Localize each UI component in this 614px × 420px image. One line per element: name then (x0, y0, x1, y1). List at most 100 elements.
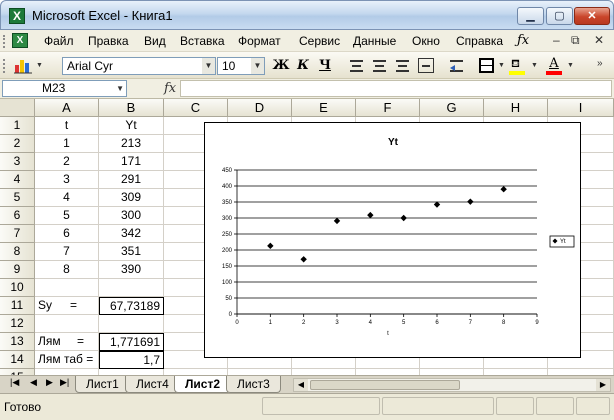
cell-b13[interactable]: 1,771691 (99, 333, 164, 351)
row-header-8[interactable]: 8 (0, 243, 35, 261)
column-header-d[interactable]: D (228, 99, 292, 117)
cell-b10[interactable] (99, 279, 164, 297)
fill-color-icon[interactable]: ⛾ (509, 57, 525, 75)
bold-button[interactable]: Ж (271, 57, 291, 75)
excel-icon[interactable]: X (9, 8, 25, 24)
scroll-left-icon[interactable]: ◀ (294, 379, 308, 391)
font-size-select[interactable]: 10 ▼ (217, 57, 265, 75)
row-header-7[interactable]: 7 (0, 225, 35, 243)
cell-b14[interactable]: 1,7 (99, 351, 164, 369)
last-sheet-icon[interactable]: ▶| (60, 377, 69, 388)
close-icon[interactable]: ✕ (574, 7, 610, 25)
sheet-tab-2[interactable]: Лист2 (174, 376, 232, 393)
cell-a10[interactable] (35, 279, 99, 297)
select-all-corner[interactable] (0, 99, 35, 117)
scroll-thumb[interactable] (310, 380, 460, 390)
first-sheet-icon[interactable]: |◀ (10, 377, 19, 388)
row-header-5[interactable]: 5 (0, 189, 35, 207)
row-header-9[interactable]: 9 (0, 261, 35, 279)
sheet-tab-3[interactable]: Лист3 (226, 376, 281, 393)
sheet-tab-4[interactable]: Лист4 (125, 376, 180, 393)
row-header-12[interactable]: 12 (0, 315, 35, 333)
sheet-tab-1[interactable]: Лист1 (75, 376, 130, 393)
name-box[interactable]: M23 ▼ (2, 80, 127, 97)
font-dropdown-icon[interactable]: ▼ (202, 58, 215, 74)
minimize-icon[interactable]: ▁ (517, 7, 544, 25)
maximize-icon[interactable]: ▢ (546, 7, 573, 25)
next-sheet-icon[interactable]: ▶ (46, 377, 53, 388)
toolbar-options-icon[interactable]: » (597, 58, 603, 69)
cell-a9[interactable]: 8 (35, 261, 99, 279)
scroll-right-icon[interactable]: ▶ (596, 379, 610, 391)
menu-file[interactable]: Файл (44, 34, 74, 48)
function-icon[interactable]: ƒx (517, 33, 529, 48)
cell-a6[interactable]: 5 (35, 207, 99, 225)
chart-wizard-icon[interactable] (13, 56, 33, 74)
menu-grip[interactable] (3, 35, 6, 48)
borders-icon[interactable] (479, 58, 494, 73)
cell-a11[interactable]: Sy = (35, 297, 99, 315)
merge-center-icon[interactable] (418, 58, 434, 73)
cell-a1[interactable]: t (35, 117, 99, 135)
column-header-e[interactable]: E (292, 99, 356, 117)
cell-a14[interactable]: Лям таб = (35, 351, 99, 369)
cell-a8[interactable]: 7 (35, 243, 99, 261)
row-header-14[interactable]: 14 (0, 351, 35, 369)
cell-b9[interactable]: 390 (99, 261, 164, 279)
cell-b12[interactable] (99, 315, 164, 333)
row-header-1[interactable]: 1 (0, 117, 35, 135)
column-header-g[interactable]: G (420, 99, 484, 117)
insert-function-icon[interactable]: fx (164, 81, 176, 96)
row-header-6[interactable]: 6 (0, 207, 35, 225)
doc-close-icon[interactable]: ✕ (594, 33, 604, 47)
cell-b7[interactable]: 342 (99, 225, 164, 243)
font-color-dropdown-icon[interactable]: ▼ (567, 62, 574, 69)
cell-b6[interactable]: 300 (99, 207, 164, 225)
menu-insert[interactable]: Вставка (180, 34, 225, 48)
column-header-b[interactable]: B (99, 99, 164, 117)
cell-b3[interactable]: 171 (99, 153, 164, 171)
prev-sheet-icon[interactable]: ◀ (30, 377, 37, 388)
horizontal-scrollbar[interactable]: ◀ ▶ (293, 378, 611, 392)
formula-input[interactable] (180, 80, 612, 97)
cell-a7[interactable]: 6 (35, 225, 99, 243)
italic-button[interactable]: К (293, 57, 313, 75)
column-header-f[interactable]: F (356, 99, 420, 117)
toolbar-grip[interactable] (3, 59, 6, 73)
row-header-3[interactable]: 3 (0, 153, 35, 171)
row-header-11[interactable]: 11 (0, 297, 35, 315)
cell-b1[interactable]: Yt (99, 117, 164, 135)
align-right-icon[interactable] (396, 60, 409, 72)
doc-restore-icon[interactable]: ⧉ (571, 33, 580, 48)
cell-b11[interactable]: 67,73189 (99, 297, 164, 315)
chart-wizard-dropdown-icon[interactable]: ▼ (36, 62, 43, 69)
doc-minimize-icon[interactable]: – (553, 33, 560, 47)
row-header-2[interactable]: 2 (0, 135, 35, 153)
borders-dropdown-icon[interactable]: ▼ (498, 62, 505, 69)
font-color-icon[interactable]: А (546, 57, 562, 75)
cell-a3[interactable]: 2 (35, 153, 99, 171)
workbook-icon[interactable]: X (12, 33, 28, 48)
row-header-4[interactable]: 4 (0, 171, 35, 189)
cell-b4[interactable]: 291 (99, 171, 164, 189)
column-header-c[interactable]: C (164, 99, 228, 117)
name-box-dropdown-icon[interactable]: ▼ (116, 81, 124, 96)
menu-format[interactable]: Формат (238, 34, 281, 48)
fill-dropdown-icon[interactable]: ▼ (531, 62, 538, 69)
underline-button[interactable]: Ч (315, 57, 335, 75)
menu-edit[interactable]: Правка (88, 34, 129, 48)
cell-b2[interactable]: 213 (99, 135, 164, 153)
menu-help[interactable]: Справка (456, 34, 503, 48)
cell-a12[interactable] (35, 315, 99, 333)
decrease-indent-icon[interactable] (450, 60, 463, 72)
column-header-i[interactable]: I (548, 99, 614, 117)
row-header-10[interactable]: 10 (0, 279, 35, 297)
cell-a5[interactable]: 4 (35, 189, 99, 207)
row-header-13[interactable]: 13 (0, 333, 35, 351)
chart-object[interactable]: Yt 0 50 100 150 200 250 300 350 400 450 0 1 2 3 4 5 6 7 8 9 t… (204, 122, 581, 358)
column-header-a[interactable]: A (35, 99, 99, 117)
cell-b5[interactable]: 309 (99, 189, 164, 207)
column-header-h[interactable]: H (484, 99, 548, 117)
cell-a13[interactable]: Лям = (35, 333, 99, 351)
cell-a4[interactable]: 3 (35, 171, 99, 189)
